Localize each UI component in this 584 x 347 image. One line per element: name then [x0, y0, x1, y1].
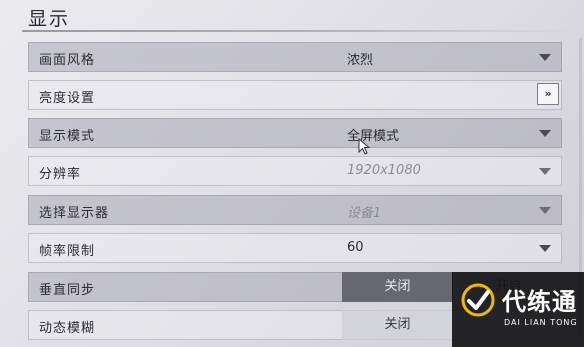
setting-display-mode-value[interactable]: 全屏模式: [347, 125, 399, 144]
logo-name: 代练通: [502, 288, 577, 316]
setting-style[interactable]: 画面风格 浓烈: [28, 42, 562, 72]
setting-brightness: 亮度设置 »: [28, 80, 562, 110]
vsync-off-button[interactable]: 关闭: [342, 272, 453, 302]
chevron-down-icon: [539, 168, 551, 175]
setting-monitor-value: 设备1: [347, 206, 382, 221]
setting-framerate[interactable]: 帧率限制 60: [28, 233, 562, 263]
setting-resolution-value: 1920x1080: [347, 163, 421, 178]
motion-blur-off-button[interactable]: 关闭: [342, 310, 453, 340]
setting-framerate-value[interactable]: 60: [347, 240, 364, 255]
chevron-down-icon[interactable]: [539, 130, 551, 137]
logo-mark-icon: [461, 283, 495, 317]
setting-resolution: 分辨率 1920x1080: [28, 156, 562, 186]
chevron-down-icon: [539, 207, 551, 214]
setting-display-mode[interactable]: 显示模式 全屏模式: [28, 118, 562, 148]
chevron-down-icon[interactable]: [539, 245, 551, 252]
setting-brightness-label: 亮度设置: [39, 91, 96, 106]
chevron-down-icon[interactable]: [539, 54, 551, 61]
setting-resolution-label: 分辨率: [39, 167, 82, 182]
setting-vsync-label: 垂直同步: [39, 283, 96, 298]
setting-display-mode-label: 显示模式: [39, 129, 96, 144]
setting-framerate-label: 帧率限制: [39, 244, 96, 259]
setting-style-value[interactable]: 浓烈: [347, 49, 373, 68]
watermark-logo: 代练通 DAI LIAN TONG: [452, 272, 584, 347]
mouse-cursor-icon: [358, 138, 371, 155]
setting-style-label: 画面风格: [39, 53, 96, 68]
title-underline: [22, 30, 578, 32]
setting-motion-blur-label: 动态模糊: [39, 321, 96, 336]
section-title: 显示: [28, 8, 71, 30]
setting-monitor-label: 选择显示器: [39, 206, 110, 221]
brightness-open-button[interactable]: »: [537, 83, 559, 105]
setting-monitor: 选择显示器 设备1: [28, 195, 562, 225]
logo-subtitle: DAI LIAN TONG: [504, 318, 578, 327]
